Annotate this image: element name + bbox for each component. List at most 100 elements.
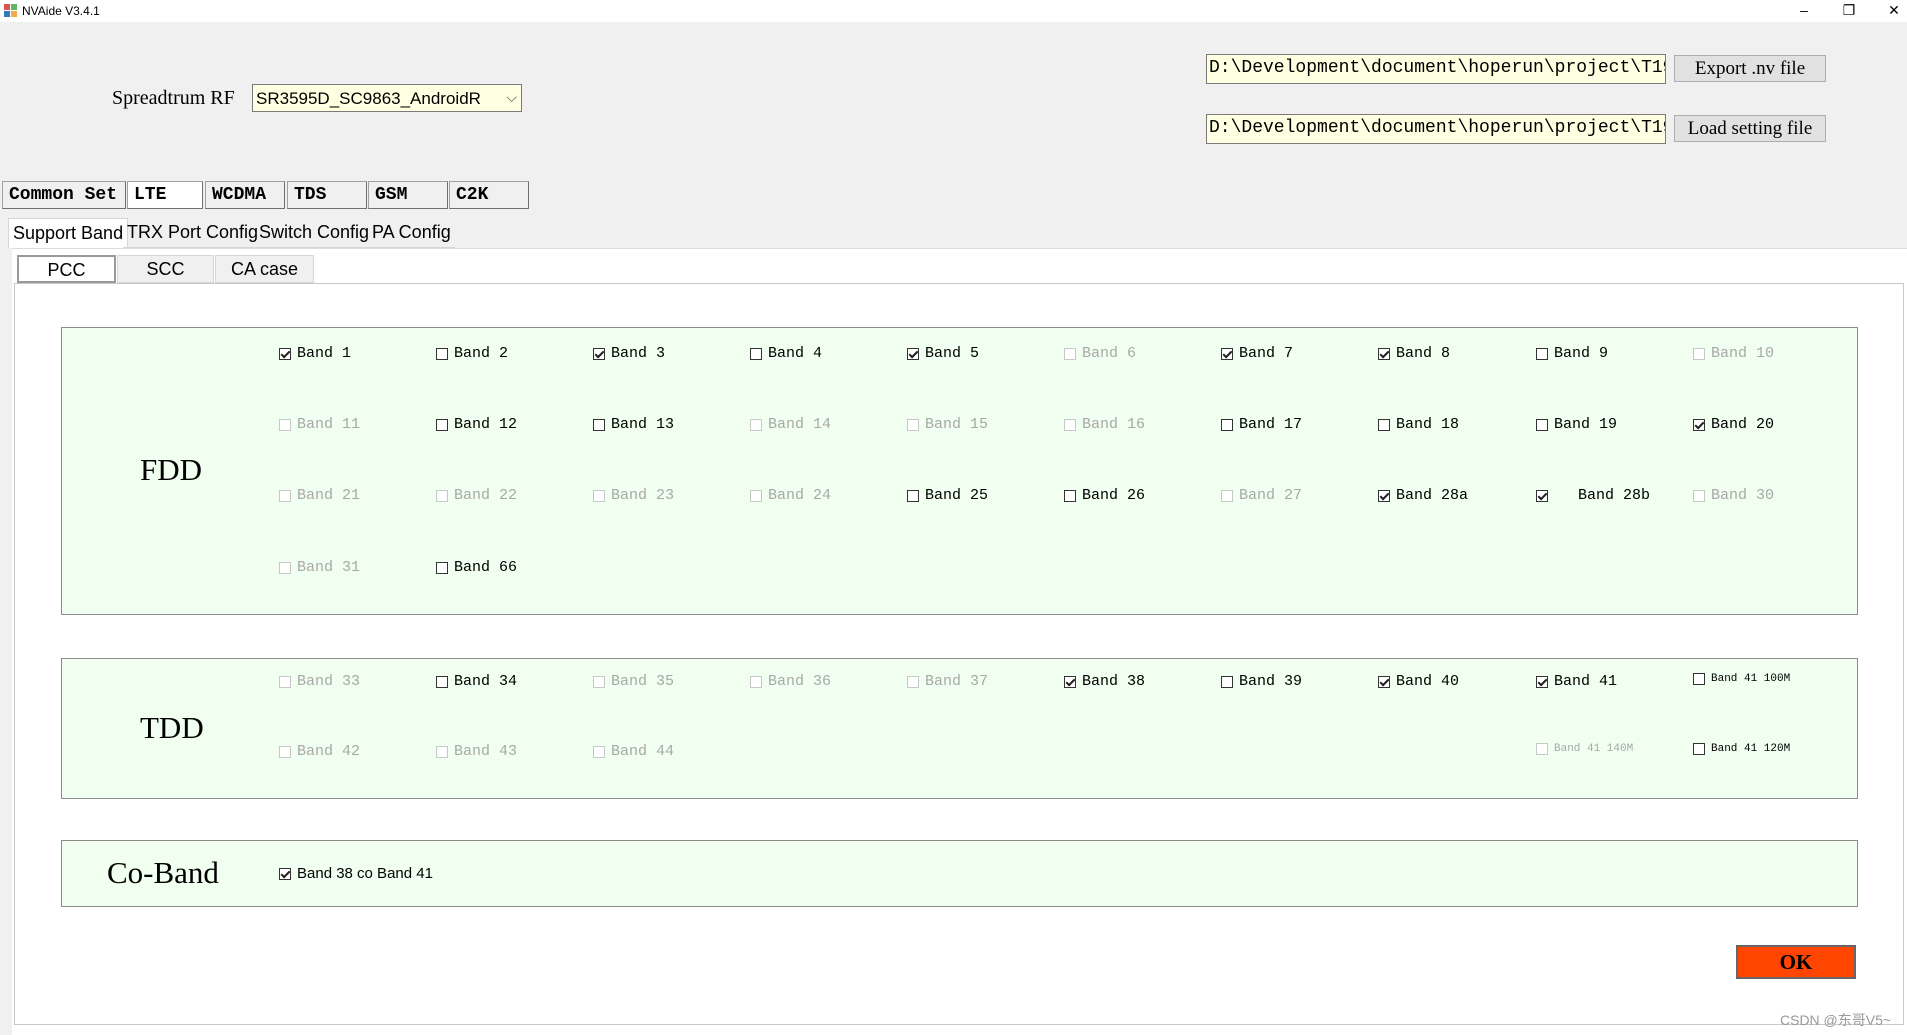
band-label: Band 36 (768, 673, 832, 690)
checkbox-icon[interactable] (279, 867, 291, 880)
band-checkbox[interactable]: Band 39 (1221, 673, 1302, 690)
tab-lte[interactable]: LTE (127, 181, 203, 209)
band-checkbox[interactable]: Band 28b (1536, 487, 1650, 504)
band-checkbox[interactable]: Band 4 (750, 345, 822, 362)
band-checkbox[interactable]: Band 9 (1536, 345, 1608, 362)
band-label: Band 18 (1396, 416, 1460, 433)
checkbox-icon[interactable] (1221, 418, 1233, 431)
band-checkbox[interactable]: Band 40 (1378, 673, 1459, 690)
export-path-input[interactable]: D:\Development\document\hoperun\project\… (1206, 54, 1666, 84)
band-checkbox: Band 41 140M (1536, 743, 1633, 755)
load-setting-button[interactable]: Load setting file (1674, 115, 1826, 142)
band-checkbox[interactable]: Band 5 (907, 345, 979, 362)
rf-select[interactable]: SR3595D_SC9863_AndroidR ⌵ (252, 84, 522, 112)
band-checkbox[interactable]: Band 1 (279, 345, 351, 362)
checkbox-icon (279, 745, 291, 758)
band-checkbox[interactable]: Band 8 (1378, 345, 1450, 362)
checkbox-icon[interactable] (436, 675, 448, 688)
band-label: Band 42 (297, 743, 361, 760)
band-checkbox[interactable]: Band 20 (1693, 416, 1774, 433)
ok-button[interactable]: OK (1736, 945, 1856, 979)
band-checkbox[interactable]: Band 17 (1221, 416, 1302, 433)
band-checkbox[interactable]: Band 3 (593, 345, 665, 362)
checkbox-icon[interactable] (1064, 489, 1076, 502)
band-checkbox[interactable]: Band 13 (593, 416, 674, 433)
band-label: Band 41 140M (1554, 743, 1634, 755)
band-label: Band 7 (1239, 345, 1294, 362)
checkbox-icon[interactable] (1536, 489, 1548, 502)
tab-support-band[interactable]: Support Band (8, 218, 129, 248)
checkbox-icon[interactable] (436, 418, 448, 431)
checkbox-icon[interactable] (1536, 418, 1548, 431)
band-checkbox[interactable]: Band 12 (436, 416, 517, 433)
tab-gsm[interactable]: GSM (368, 181, 448, 209)
restore-button[interactable]: ❐ (1829, 0, 1869, 22)
band-checkbox[interactable]: Band 41 100M (1693, 673, 1790, 685)
tab-common-set[interactable]: Common Set (2, 181, 126, 209)
tab-switch-config[interactable]: Switch Config (255, 218, 374, 248)
checkbox-icon[interactable] (750, 347, 762, 360)
tab-c2k[interactable]: C2K (449, 181, 529, 209)
band-label: Band 41 120M (1711, 743, 1791, 755)
minimize-button[interactable]: – (1784, 0, 1824, 22)
band-label: Band 43 (454, 743, 518, 760)
checkbox-icon[interactable] (436, 347, 448, 360)
checkbox-icon (750, 489, 762, 502)
checkbox-icon[interactable] (1693, 743, 1705, 755)
band-checkbox: Band 10 (1693, 345, 1774, 362)
tab-ca-case[interactable]: CA case (215, 255, 314, 283)
band-checkbox[interactable]: Band 34 (436, 673, 517, 690)
band-checkbox[interactable]: Band 28a (1378, 487, 1468, 504)
checkbox-icon[interactable] (593, 418, 605, 431)
band-checkbox[interactable]: Band 25 (907, 487, 988, 504)
checkbox-icon[interactable] (1378, 347, 1390, 360)
band-checkbox: Band 36 (750, 673, 831, 690)
tab-tds[interactable]: TDS (287, 181, 367, 209)
band-label: Band 12 (454, 416, 518, 433)
export-nv-button[interactable]: Export .nv file (1674, 55, 1826, 82)
tab-pcc[interactable]: PCC (17, 255, 116, 283)
band-checkbox[interactable]: Band 66 (436, 559, 517, 576)
checkbox-icon[interactable] (1693, 418, 1705, 431)
checkbox-icon[interactable] (436, 561, 448, 574)
band-checkbox[interactable]: Band 41 (1536, 673, 1617, 690)
band-checkbox[interactable]: Band 41 120M (1693, 743, 1790, 755)
band-label: Band 37 (925, 673, 989, 690)
band-label: Band 33 (297, 673, 361, 690)
checkbox-icon[interactable] (593, 347, 605, 360)
tab-scc[interactable]: SCC (117, 255, 214, 283)
load-path-input[interactable]: D:\Development\document\hoperun\project\… (1206, 114, 1666, 144)
checkbox-icon[interactable] (907, 489, 919, 502)
rf-selected-value: SR3595D_SC9863_AndroidR (256, 89, 481, 108)
band-checkbox[interactable]: Band 26 (1064, 487, 1145, 504)
checkbox-icon[interactable] (1221, 675, 1233, 688)
checkbox-icon[interactable] (1536, 347, 1548, 360)
band-checkbox[interactable]: Band 19 (1536, 416, 1617, 433)
band-label: Band 2 (454, 345, 509, 362)
band-label: Band 25 (925, 487, 989, 504)
band-label: Band 9 (1554, 345, 1609, 362)
band-label: Band 38 (1082, 673, 1146, 690)
band-checkbox[interactable]: Band 7 (1221, 345, 1293, 362)
checkbox-icon[interactable] (1221, 347, 1233, 360)
checkbox-icon[interactable] (279, 347, 291, 360)
close-button[interactable]: ✕ (1874, 0, 1907, 22)
band-checkbox[interactable]: Band 38 (1064, 673, 1145, 690)
checkbox-icon[interactable] (1693, 673, 1705, 685)
band-label: Band 27 (1239, 487, 1303, 504)
band-checkbox[interactable]: Band 2 (436, 345, 508, 362)
checkbox-icon (750, 418, 762, 431)
tab-trx-port-config[interactable]: TRX Port Config (123, 218, 263, 248)
checkbox-icon[interactable] (1536, 675, 1548, 688)
checkbox-icon[interactable] (1378, 489, 1390, 502)
checkbox-icon[interactable] (1064, 675, 1076, 688)
band-checkbox[interactable]: Band 18 (1378, 416, 1459, 433)
tab-pa-config[interactable]: PA Config (368, 218, 455, 248)
tab-wcdma[interactable]: WCDMA (205, 181, 285, 209)
app-icon (4, 4, 17, 17)
checkbox-icon[interactable] (1378, 675, 1390, 688)
band-checkbox[interactable]: Band 38 co Band 41 (279, 865, 433, 882)
checkbox-icon[interactable] (1378, 418, 1390, 431)
checkbox-icon[interactable] (907, 347, 919, 360)
band-label: Band 40 (1396, 673, 1460, 690)
